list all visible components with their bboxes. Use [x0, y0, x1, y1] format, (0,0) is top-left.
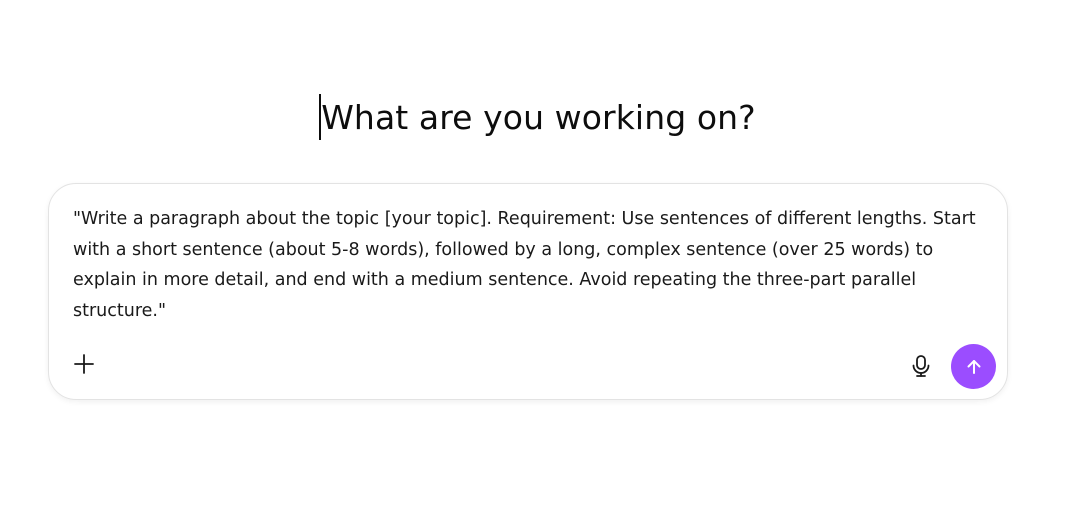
prompt-composer[interactable]: "Write a paragraph about the topic [your…: [48, 183, 1008, 400]
voice-input-button[interactable]: [904, 349, 938, 383]
arrow-up-icon: [964, 357, 984, 377]
microphone-icon: [910, 354, 932, 378]
page: What are you working on? "Write a paragr…: [0, 0, 1077, 528]
send-button[interactable]: [951, 344, 996, 389]
text-caret: [319, 94, 321, 140]
page-title-text: What are you working on?: [321, 98, 756, 137]
prompt-input[interactable]: "Write a paragraph about the topic [your…: [73, 204, 983, 326]
plus-icon: [73, 353, 95, 375]
add-attachment-button[interactable]: [67, 347, 101, 381]
page-title: What are you working on?: [319, 92, 756, 144]
headline-container: What are you working on?: [0, 92, 1077, 144]
